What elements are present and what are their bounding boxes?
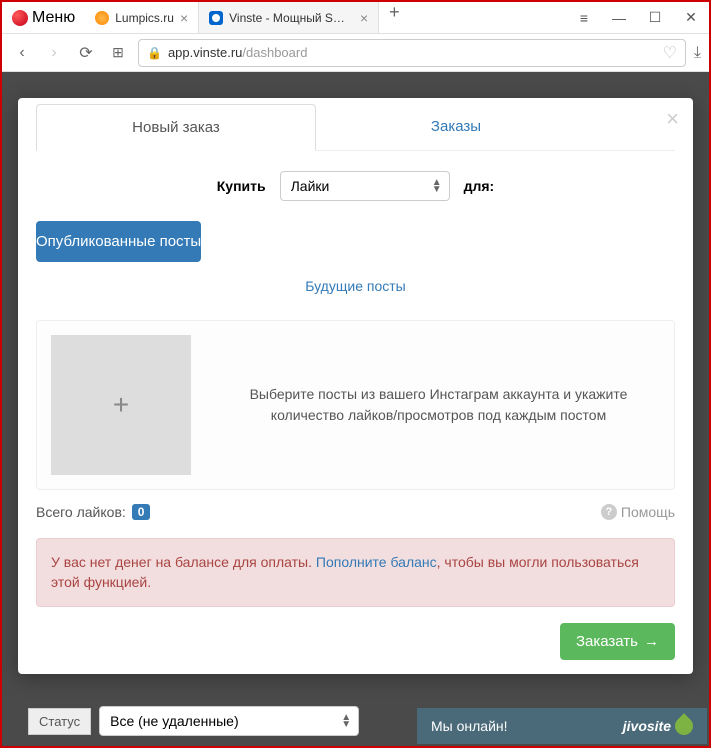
new-tab-button[interactable]: + xyxy=(379,2,410,33)
speed-dial-button[interactable]: ⊞ xyxy=(106,41,130,65)
close-window-button[interactable]: ✕ xyxy=(673,2,709,34)
tab-new-order[interactable]: Новый заказ xyxy=(36,104,316,151)
modal-close-button[interactable]: × xyxy=(666,106,679,132)
tab-orders[interactable]: Заказы xyxy=(316,104,596,150)
future-posts-link[interactable]: Будущие посты xyxy=(18,262,693,310)
opera-logo-icon xyxy=(12,10,28,26)
tab-title: Lumpics.ru xyxy=(115,11,174,25)
tab-vinste[interactable]: Vinste - Мощный SMM-с × xyxy=(199,2,379,33)
jivo-status-text: Мы онлайн! xyxy=(431,718,508,734)
bookmark-heart-icon[interactable]: ♡ xyxy=(663,43,677,63)
alert-text-before: У вас нет денег на балансе для оплаты. xyxy=(51,554,316,570)
help-link[interactable]: ? Помощь xyxy=(601,504,675,520)
opera-menu-button[interactable]: Меню xyxy=(2,2,85,33)
published-posts-button[interactable]: Опубликованные посты xyxy=(36,221,201,262)
back-button[interactable]: ‹ xyxy=(10,41,34,65)
jivo-brand: jivosite xyxy=(623,717,693,735)
likes-total-label: Всего лайков: xyxy=(36,504,126,520)
tab-lumpics[interactable]: Lumpics.ru × xyxy=(85,2,199,33)
jivo-brand-text: jivosite xyxy=(623,718,671,734)
buy-row: Купить Лайки ▲▼ для: xyxy=(18,151,693,221)
address-text: app.vinste.ru/dashboard xyxy=(168,45,657,60)
reload-button[interactable]: ⟳ xyxy=(74,41,98,65)
window-controls: ≡ — ☐ ✕ xyxy=(565,2,709,34)
order-submit-button[interactable]: Заказать → xyxy=(560,623,675,660)
downloads-button[interactable]: ⤓ xyxy=(694,44,701,62)
for-label: для: xyxy=(464,178,495,194)
order-btn-label: Заказать xyxy=(576,633,638,650)
status-select[interactable]: Все (не удаленные) xyxy=(99,706,359,736)
tab-strip: Lumpics.ru × Vinste - Мощный SMM-с × + xyxy=(85,2,565,33)
address-bar[interactable]: 🔒 app.vinste.ru/dashboard ♡ xyxy=(138,39,686,67)
tab-favicon-icon xyxy=(209,11,223,25)
minimize-button[interactable]: — xyxy=(601,2,637,34)
help-icon: ? xyxy=(601,504,617,520)
topup-balance-link[interactable]: Пополните баланс xyxy=(316,554,437,570)
maximize-button[interactable]: ☐ xyxy=(637,2,673,34)
close-tab-button[interactable]: × xyxy=(180,10,188,26)
buy-type-select[interactable]: Лайки xyxy=(280,171,450,201)
buy-label: Купить xyxy=(217,178,266,194)
plus-icon: + xyxy=(113,389,129,421)
add-post-placeholder[interactable]: + xyxy=(51,335,191,475)
lock-icon: 🔒 xyxy=(147,46,162,60)
tab-title: Vinste - Мощный SMM-с xyxy=(229,11,354,25)
modal-tabs: Новый заказ Заказы xyxy=(36,98,675,151)
tab-favicon-icon xyxy=(95,11,109,25)
leaf-icon xyxy=(671,713,696,738)
close-tab-button[interactable]: × xyxy=(360,10,368,26)
window-control-button[interactable]: ≡ xyxy=(565,2,601,34)
help-label: Помощь xyxy=(621,504,675,520)
likes-summary-row: Всего лайков: 0 ? Помощь xyxy=(36,504,675,520)
menu-label: Меню xyxy=(32,9,75,27)
posts-description: Выберите посты из вашего Инстаграм аккау… xyxy=(217,384,660,426)
arrow-right-icon: → xyxy=(644,633,659,650)
status-label: Статус xyxy=(28,708,91,735)
order-modal: × Новый заказ Заказы Купить Лайки ▲▼ для… xyxy=(18,98,693,674)
likes-count-badge: 0 xyxy=(132,504,151,520)
posts-panel: + Выберите посты из вашего Инстаграм акк… xyxy=(36,320,675,490)
forward-button[interactable]: › xyxy=(42,41,66,65)
jivosite-widget[interactable]: Мы онлайн! jivosite xyxy=(417,708,707,744)
no-balance-alert: У вас нет денег на балансе для оплаты. П… xyxy=(36,538,675,607)
